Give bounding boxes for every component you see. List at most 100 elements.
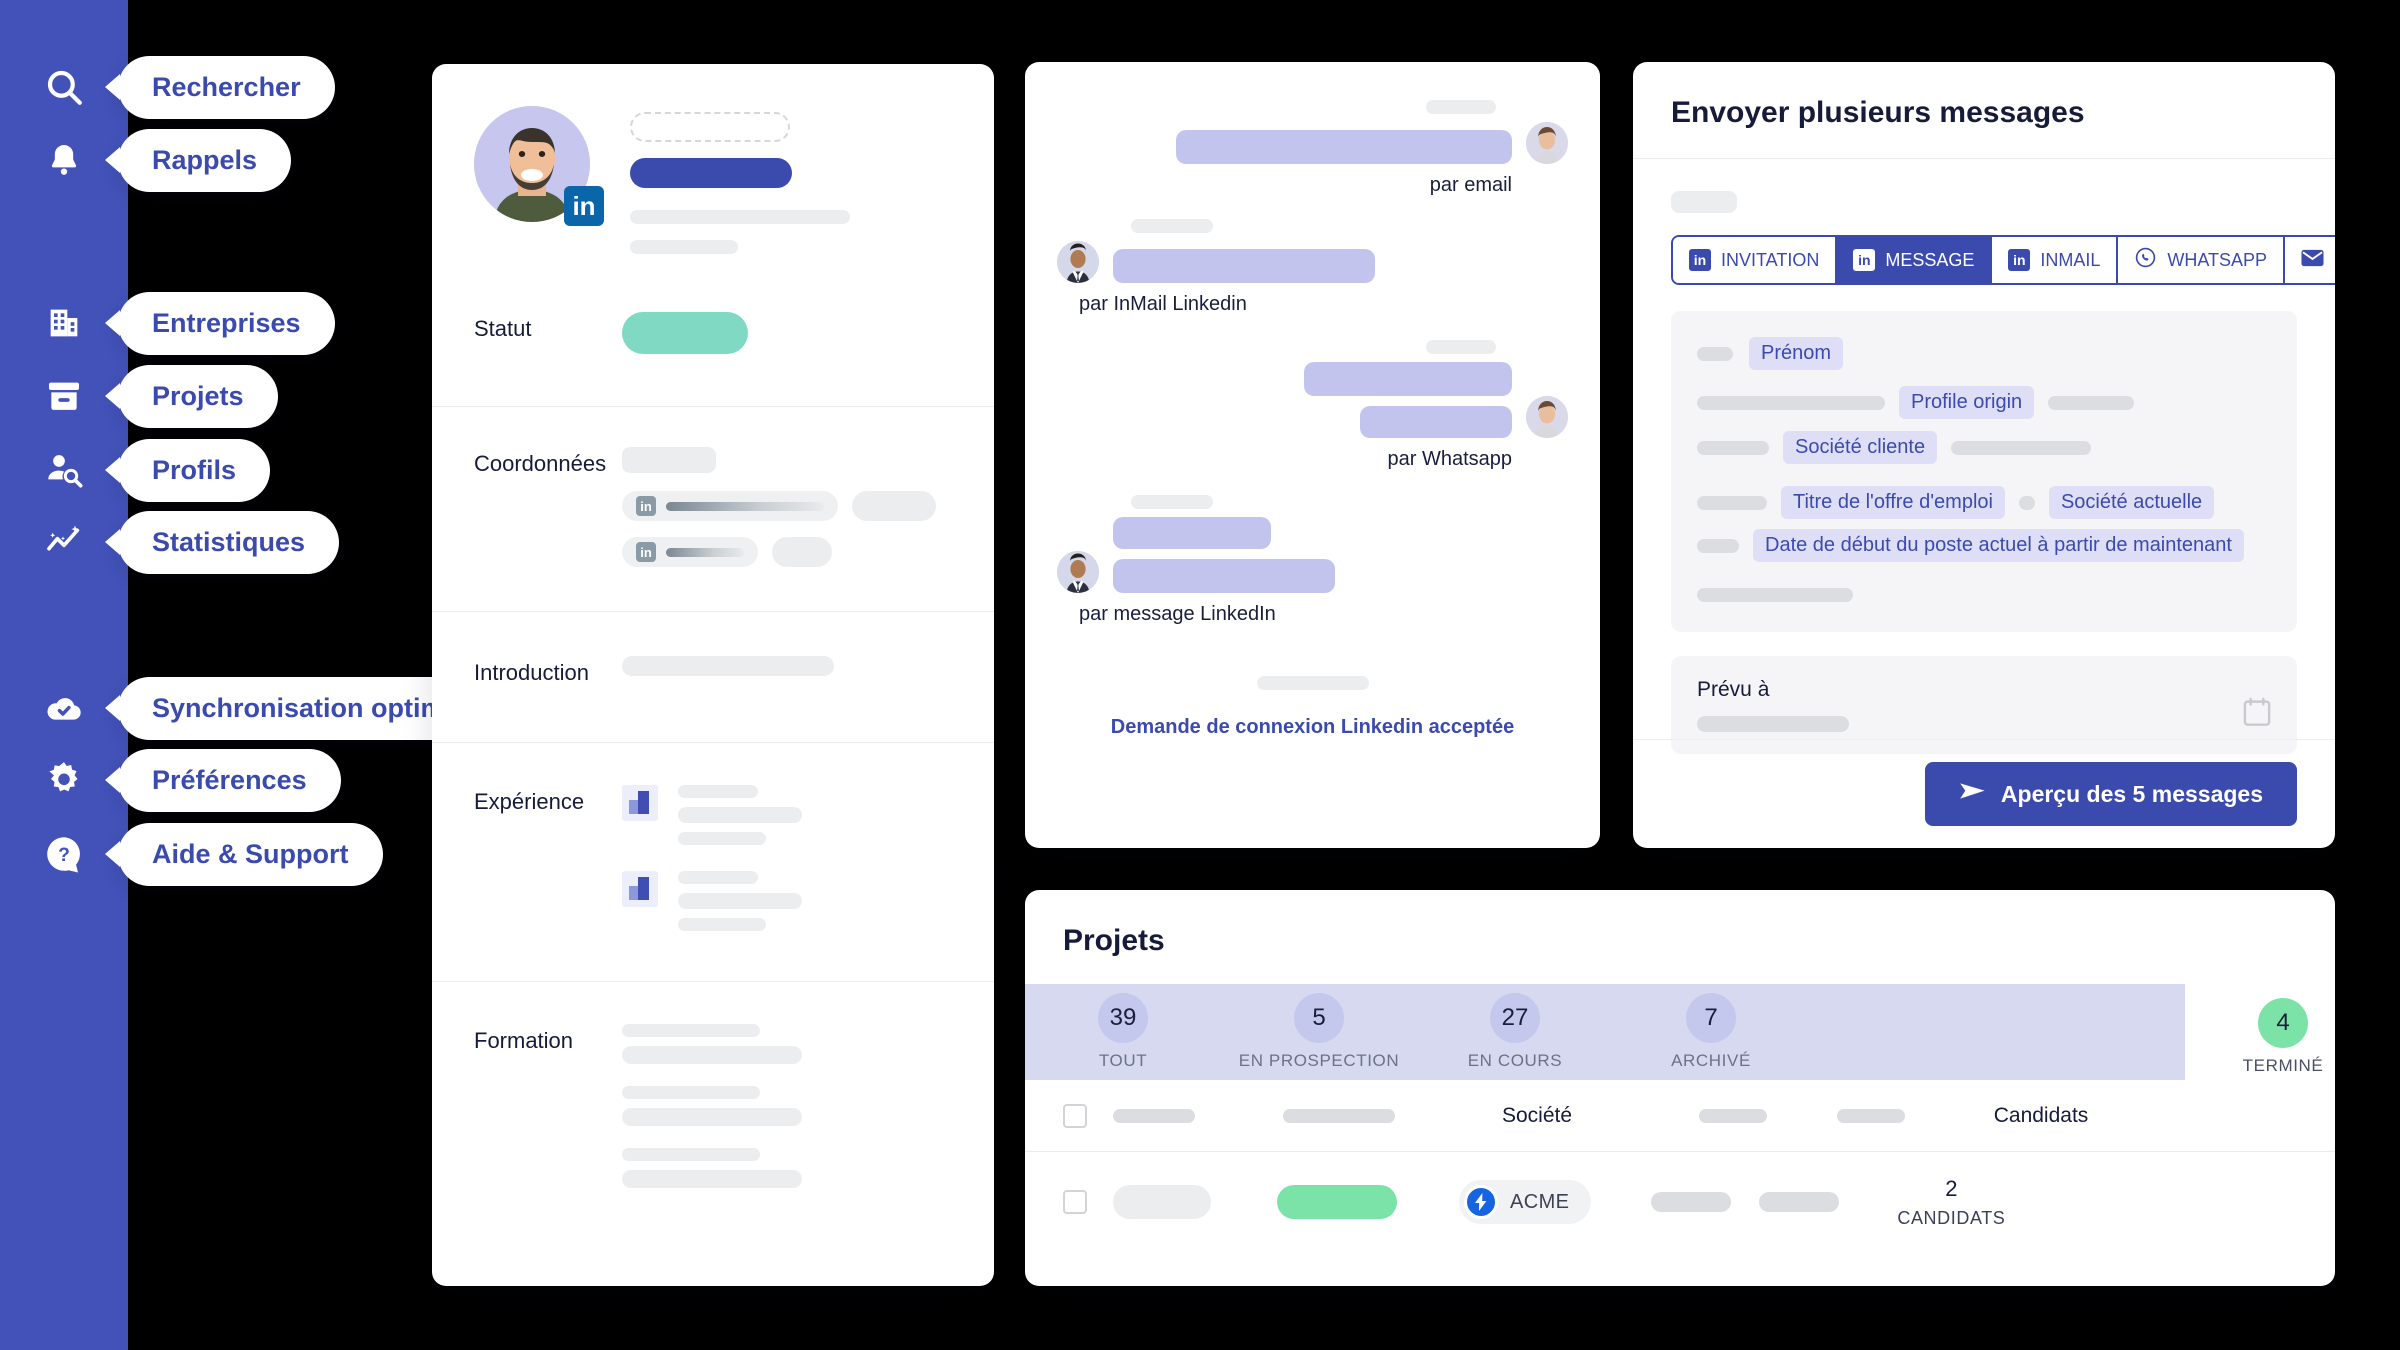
- message-bubble[interactable]: [1176, 130, 1512, 164]
- channel-tab-email[interactable]: EMAIL: [2285, 237, 2335, 283]
- message-timestamp-placeholder: [1131, 219, 1213, 233]
- section-label: Formation: [474, 1028, 574, 1053]
- message-bubble[interactable]: [1113, 559, 1335, 593]
- linkedin-contact-chip[interactable]: in: [622, 537, 758, 567]
- avatar: [1057, 241, 1099, 283]
- message-timestamp-placeholder: [1426, 100, 1496, 114]
- sidebar-item-label: Statistiques: [118, 510, 340, 574]
- formation-line: [622, 1108, 802, 1126]
- experience-item[interactable]: [622, 785, 952, 845]
- message-channel-label: par Whatsapp: [1387, 448, 1512, 470]
- message-body-editor[interactable]: Prénom Profile origin Société cliente Ti…: [1671, 311, 2297, 632]
- column-header-societe: Société: [1501, 1103, 1573, 1127]
- message-bubble[interactable]: [1113, 517, 1271, 549]
- projects-tab-en-cours[interactable]: 27 EN COURS: [1417, 993, 1613, 1071]
- profile-section-introduction: Introduction: [432, 612, 994, 743]
- candidates-label: CANDIDATS: [1897, 1207, 2006, 1228]
- message-channel-label: par InMail Linkedin: [1079, 293, 1247, 315]
- exp-line: [678, 807, 802, 823]
- channel-tab-inmail[interactable]: in INMAIL: [1992, 237, 2119, 283]
- section-label: Coordonnées: [474, 451, 607, 476]
- profile-section-statut: Statut: [432, 254, 994, 407]
- contact-value-placeholder: [666, 501, 824, 511]
- contact-extra-placeholder: [852, 491, 936, 521]
- tag-titre-offre[interactable]: Titre de l'offre d'emploi: [1781, 486, 2005, 519]
- message-timestamp-placeholder: [1426, 340, 1496, 354]
- body-text-placeholder: [1697, 495, 1767, 510]
- channel-tab-label: INVITATION: [1721, 249, 1820, 270]
- projects-tab-tout[interactable]: 39 TOUT: [1025, 993, 1221, 1071]
- channel-tab-whatsapp[interactable]: WHATSAPP: [2118, 237, 2286, 283]
- body-text-placeholder: [1697, 588, 1853, 602]
- avatar: [1057, 551, 1099, 593]
- tab-count: 27: [1490, 993, 1540, 1043]
- message-bubble[interactable]: [1360, 406, 1512, 438]
- projects-tab-archive[interactable]: 7 ARCHIVÉ: [1613, 993, 1809, 1071]
- company-logo-icon: [622, 871, 658, 907]
- channel-tab-invitation[interactable]: in INVITATION: [1673, 237, 1838, 283]
- row-checkbox[interactable]: [1063, 1190, 1087, 1214]
- table-row[interactable]: ACME 2 CANDIDATS: [1025, 1152, 2335, 1252]
- select-all-checkbox[interactable]: [1063, 1103, 1087, 1128]
- project-status-badge[interactable]: [1277, 1185, 1397, 1219]
- company-badge[interactable]: ACME: [1459, 1180, 1592, 1224]
- linkedin-contact-chip[interactable]: in: [622, 491, 838, 521]
- channel-tab-message[interactable]: in MESSAGE: [1837, 237, 1993, 283]
- calendar-icon[interactable]: [2243, 697, 2271, 732]
- projects-tab-en-prospection[interactable]: 5 EN PROSPECTION: [1221, 993, 1417, 1071]
- exp-line: [678, 918, 766, 931]
- body-text-placeholder: [1697, 538, 1739, 553]
- contact-extra-placeholder: [772, 537, 832, 567]
- bolt-icon: [1464, 1185, 1498, 1219]
- preview-messages-button[interactable]: Aperçu des 5 messages: [1924, 762, 2297, 826]
- channel-tab-label: EMAIL: [2334, 250, 2335, 271]
- section-body: [622, 656, 952, 686]
- profile-primary-action-placeholder[interactable]: [630, 158, 792, 188]
- preview-messages-label: Aperçu des 5 messages: [2000, 780, 2263, 807]
- column-placeholder: [1837, 1108, 1905, 1123]
- introduction-placeholder: [622, 656, 834, 676]
- tab-count: 5: [1294, 993, 1344, 1043]
- exp-line: [678, 785, 758, 798]
- tag-societe-cliente[interactable]: Société cliente: [1783, 431, 1938, 464]
- experience-item[interactable]: [622, 871, 952, 931]
- channel-tab-label: MESSAGE: [1885, 249, 1975, 270]
- message-bubble[interactable]: [1304, 362, 1512, 396]
- tag-societe-actuelle[interactable]: Société actuelle: [2048, 486, 2215, 519]
- formation-line: [622, 1086, 760, 1099]
- profile-header: in: [432, 64, 994, 254]
- avatar: [1526, 396, 1568, 438]
- exp-line: [678, 871, 758, 884]
- sidebar-item-label: Aide & Support: [118, 822, 383, 886]
- tab-count: 39: [1098, 993, 1148, 1043]
- connection-accepted-link[interactable]: Demande de connexion Linkedin acceptée: [1057, 716, 1568, 739]
- message-channel-label: par email: [1429, 174, 1512, 196]
- tab-count: 7: [1686, 993, 1736, 1043]
- body-text-placeholder: [1697, 440, 1769, 455]
- formation-line: [622, 1046, 802, 1064]
- projects-tab-termine[interactable]: 4 TERMINÉ: [2185, 998, 2335, 1076]
- body-text-placeholder: [2048, 395, 2135, 410]
- exp-line: [678, 832, 766, 845]
- column-placeholder: [1283, 1108, 1395, 1123]
- sidebar-item-label: Préférences: [118, 748, 341, 812]
- tag-prenom[interactable]: Prénom: [1749, 337, 1844, 370]
- projects-table-header: Société Candidats: [1025, 1080, 2335, 1152]
- owner-name-placeholder: [1651, 1192, 1732, 1212]
- channel-selector[interactable]: in INVITATION in MESSAGE in INMAIL WHATS…: [1671, 235, 2335, 285]
- company-logo-icon: [622, 785, 658, 821]
- tab-label: EN COURS: [1467, 1051, 1563, 1070]
- status-badge[interactable]: [622, 312, 748, 354]
- linkedin-icon: in: [636, 542, 656, 562]
- project-name-placeholder: [1113, 1185, 1211, 1219]
- whatsapp-icon: [2134, 246, 2157, 274]
- exp-line: [678, 893, 802, 909]
- profile-header-fields: [630, 106, 850, 254]
- candidates-cell: 2 CANDIDATS: [1887, 1176, 2015, 1229]
- message-bubble[interactable]: [1113, 249, 1375, 283]
- projects-title: Projets: [1063, 924, 1165, 957]
- sidebar-item-label: Profils: [118, 438, 271, 502]
- tag-date-debut[interactable]: Date de début du poste actuel à partir d…: [1753, 529, 2244, 562]
- compose-title: Envoyer plusieurs messages: [1671, 96, 2085, 129]
- tag-profile-origin[interactable]: Profile origin: [1899, 386, 2035, 419]
